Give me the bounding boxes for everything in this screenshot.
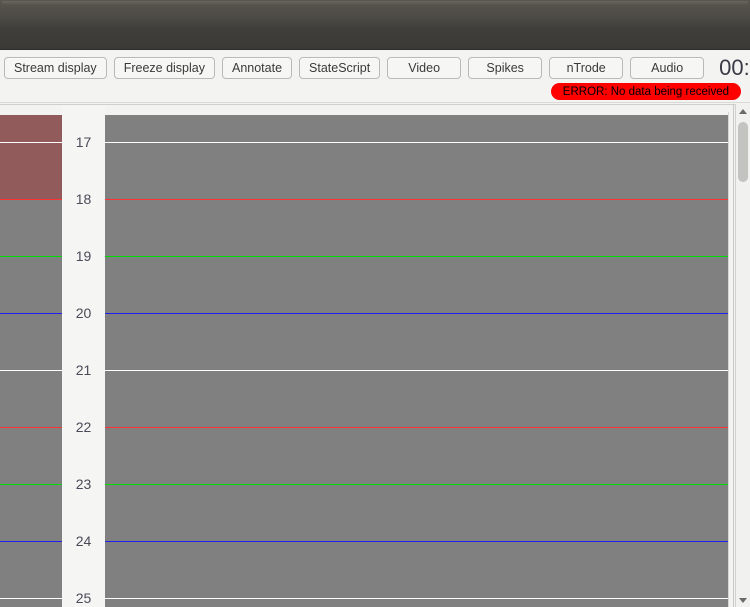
toolbar-divider — [0, 102, 750, 103]
display-frame-right-outer — [733, 104, 734, 607]
channel-trace-line — [0, 484, 62, 485]
scrollbar-thumb[interactable] — [738, 122, 748, 182]
channel-trace-line — [105, 142, 728, 143]
channel-trace-line — [0, 370, 62, 371]
display-frame-top — [0, 104, 735, 105]
channel-trace-line — [0, 142, 62, 143]
channel-trace-line — [105, 199, 728, 200]
channel-number-label[interactable]: 22 — [62, 419, 105, 435]
channel-number-label[interactable]: 17 — [62, 134, 105, 150]
channel-number-label[interactable]: 18 — [62, 191, 105, 207]
ntrode-button[interactable]: nTrode — [549, 56, 624, 79]
audio-button[interactable]: Audio — [630, 56, 705, 79]
status-badge: ERROR: No data being received — [550, 83, 741, 100]
channel-number-label[interactable]: 20 — [62, 305, 105, 321]
channel-trace-line — [105, 484, 728, 485]
channel-number-label[interactable]: 19 — [62, 248, 105, 264]
channel-number-label[interactable]: 23 — [62, 476, 105, 492]
channel-trace-line — [105, 256, 728, 257]
channel-trace-line — [105, 427, 728, 428]
scroll-down-arrow-icon[interactable] — [736, 593, 750, 607]
channel-number-label[interactable]: 21 — [62, 362, 105, 378]
titlebar-highlight — [2, 1, 748, 5]
video-button[interactable]: Video — [387, 56, 462, 79]
freeze-display-button[interactable]: Freeze display — [113, 56, 215, 79]
trodes-main-window: Stream display Freeze display Annotate S… — [0, 0, 750, 607]
annotate-button[interactable]: Annotate — [221, 56, 293, 79]
channel-trace-line — [0, 427, 62, 428]
vertical-scrollbar[interactable] — [735, 104, 750, 607]
recording-timer: 00:00:00 — [719, 54, 750, 80]
channel-selection-highlight — [0, 115, 62, 199]
channel-trace-line — [0, 256, 62, 257]
toolbar-button-row: Stream display Freeze display Annotate S… — [4, 56, 750, 79]
stream-display-area[interactable]: 17 18 19 20 21 22 23 24 25 — [0, 104, 750, 607]
channel-trace-line — [0, 199, 62, 200]
channel-trace-line — [105, 313, 728, 314]
trace-column-left[interactable] — [0, 115, 62, 607]
channel-number-gutter: 17 18 19 20 21 22 23 24 25 — [62, 104, 105, 607]
window-titlebar[interactable] — [0, 0, 750, 50]
channel-trace-line — [105, 541, 728, 542]
channel-number-label[interactable]: 24 — [62, 533, 105, 549]
spikes-button[interactable]: Spikes — [468, 56, 543, 79]
scroll-up-arrow-icon[interactable] — [736, 104, 750, 118]
channel-trace-line — [105, 598, 728, 599]
display-frame-right-inner — [728, 112, 729, 607]
channel-number-label[interactable]: 25 — [62, 590, 105, 606]
stream-display-button[interactable]: Stream display — [4, 56, 107, 79]
trace-column-main[interactable] — [105, 115, 728, 607]
channel-trace-line — [0, 598, 62, 599]
channel-trace-line — [105, 370, 728, 371]
channel-trace-line — [0, 313, 62, 314]
statescript-button[interactable]: StateScript — [299, 56, 381, 79]
channel-trace-line — [0, 541, 62, 542]
